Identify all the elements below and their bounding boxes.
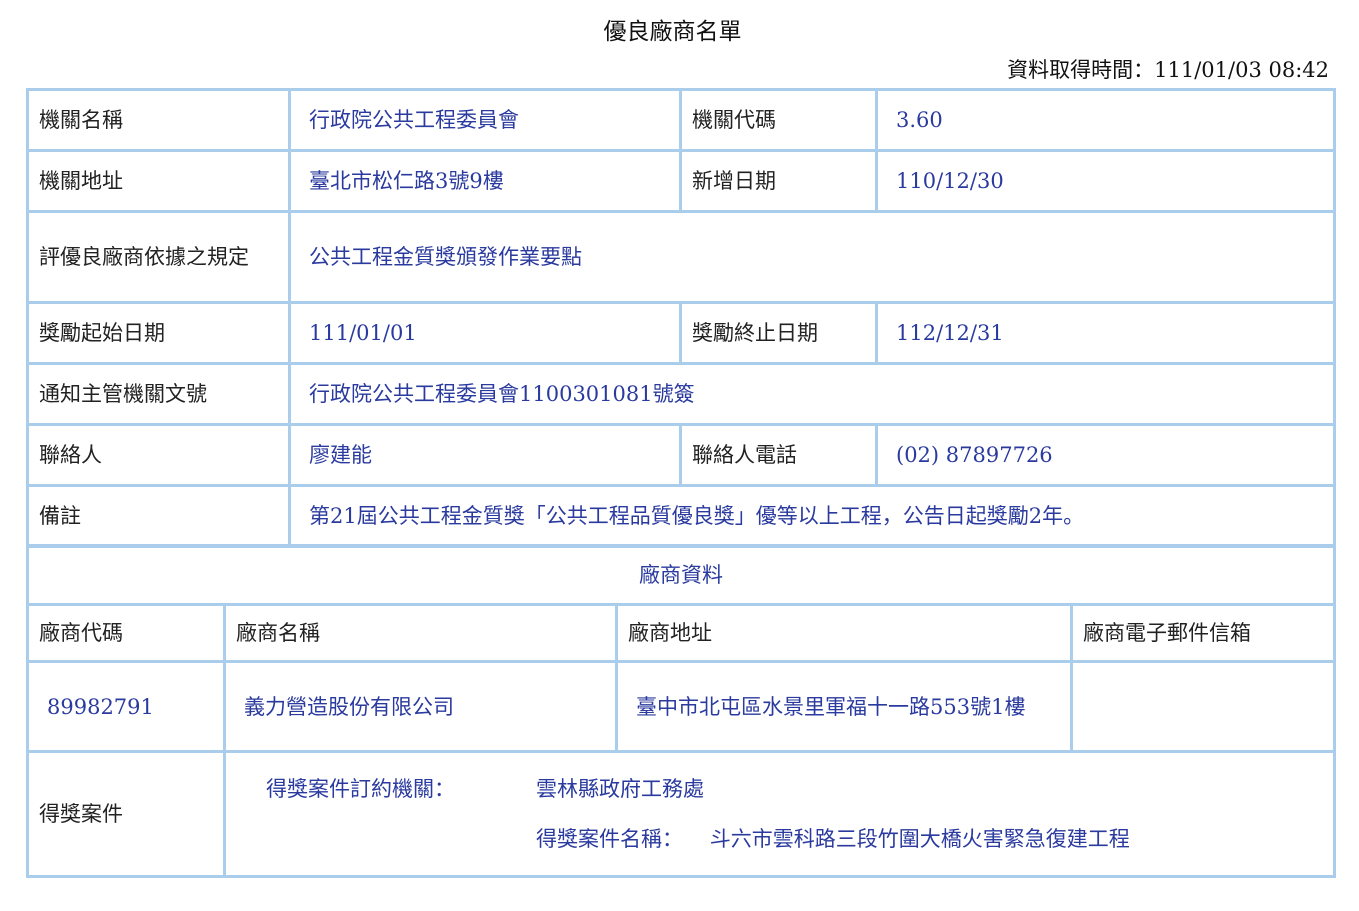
reward-start-date: 111/01/01 (288, 301, 682, 365)
table-row: 評優良廠商依據之規定 公共工程金質獎頒發作業要點 (26, 210, 1336, 304)
vendor-section-title: 廠商資料 (26, 544, 1336, 606)
vendor-address: 臺中市北屯區水景里軍福十一路553號1樓 (615, 660, 1073, 753)
table-row: 機關名稱 行政院公共工程委員會 機關代碼 3.60 (26, 88, 1336, 152)
agency-code-label: 機關代碼 (679, 88, 878, 152)
added-date-label: 新增日期 (679, 149, 878, 213)
added-date: 110/12/30 (875, 149, 1336, 213)
award-agency: 雲林縣政府工務處 (536, 777, 704, 801)
table-row: 廠商代碼 廠商名稱 廠商地址 廠商電子郵件信箱 (26, 603, 1336, 663)
contact-name: 廖建能 (288, 423, 682, 487)
agency-address-label: 機關地址 (26, 149, 291, 213)
document-number-label: 通知主管機關文號 (26, 362, 291, 426)
award-agency-label: 得獎案件訂約機關： (266, 777, 455, 801)
page-title: 優良廠商名單 (603, 19, 742, 45)
retrieved-time: 資料取得時間：111/01/03 08:42 (1007, 58, 1329, 82)
table-row: 得獎案件 得獎案件訂約機關： 雲林縣政府工務處 得獎案件名稱： 斗六市雲科路三段… (26, 750, 1336, 878)
reward-end-label: 獎勵終止日期 (679, 301, 878, 365)
vendor-code-header: 廠商代碼 (26, 603, 226, 663)
table-row: 廠商資料 (26, 544, 1336, 606)
agency-name: 行政院公共工程委員會 (288, 88, 682, 152)
contact-phone: (02) 87897726 (875, 423, 1336, 487)
rule-value: 公共工程金質獎頒發作業要點 (288, 210, 1336, 304)
note-label: 備註 (26, 484, 291, 548)
contact-phone-label: 聯絡人電話 (679, 423, 878, 487)
vendor-code: 89982791 (26, 660, 226, 753)
award-case-name-label-inline: 得獎案件名稱： (536, 827, 683, 851)
document-number: 行政院公共工程委員會1100301081號簽 (288, 362, 1336, 426)
reward-start-label: 獎勵起始日期 (26, 301, 291, 365)
vendor-info-table: 廠商資料 廠商代碼 廠商名稱 廠商地址 廠商電子郵件信箱 89982791 義力… (26, 544, 1336, 878)
agency-name-label: 機關名稱 (26, 88, 291, 152)
vendor-name: 義力營造股份有限公司 (223, 660, 618, 753)
reward-end-date: 112/12/31 (875, 301, 1336, 365)
note-value: 第21屆公共工程金質獎「公共工程品質優良獎」優等以上工程，公告日起獎勵2年。 (288, 484, 1336, 548)
agency-code: 3.60 (875, 88, 1336, 152)
table-row: 獎勵起始日期 111/01/01 獎勵終止日期 112/12/31 (26, 301, 1336, 365)
agency-address: 臺北市松仁路3號9樓 (288, 149, 682, 213)
award-details: 得獎案件訂約機關： 雲林縣政府工務處 得獎案件名稱： 斗六市雲科路三段竹圍大橋火… (266, 771, 1333, 857)
contact-label: 聯絡人 (26, 423, 291, 487)
award-cell: 得獎案件訂約機關： 雲林縣政府工務處 得獎案件名稱： 斗六市雲科路三段竹圍大橋火… (223, 750, 1336, 878)
table-row: 89982791 義力營造股份有限公司 臺中市北屯區水景里軍福十一路553號1樓 (26, 660, 1336, 753)
rule-label: 評優良廠商依據之規定 (26, 210, 291, 304)
award-case-name-combined: 得獎案件名稱： 斗六市雲科路三段竹圍大橋火害緊急復建工程 (536, 821, 1333, 857)
agency-info-table: 機關名稱 行政院公共工程委員會 機關代碼 3.60 機關地址 臺北市松仁路3號9… (26, 88, 1336, 548)
table-row: 通知主管機關文號 行政院公共工程委員會1100301081號簽 (26, 362, 1336, 426)
vendor-address-header: 廠商地址 (615, 603, 1073, 663)
table-row: 備註 第21屆公共工程金質獎「公共工程品質優良獎」優等以上工程，公告日起獎勵2年… (26, 484, 1336, 548)
vendor-email-header: 廠商電子郵件信箱 (1070, 603, 1336, 663)
table-row: 機關地址 臺北市松仁路3號9樓 新增日期 110/12/30 (26, 149, 1336, 213)
award-label: 得獎案件 (26, 750, 226, 878)
award-case-name: 斗六市雲科路三段竹圍大橋火害緊急復建工程 (709, 827, 1130, 851)
vendor-name-header: 廠商名稱 (223, 603, 618, 663)
table-row: 聯絡人 廖建能 聯絡人電話 (02) 87897726 (26, 423, 1336, 487)
vendor-email (1070, 660, 1336, 753)
